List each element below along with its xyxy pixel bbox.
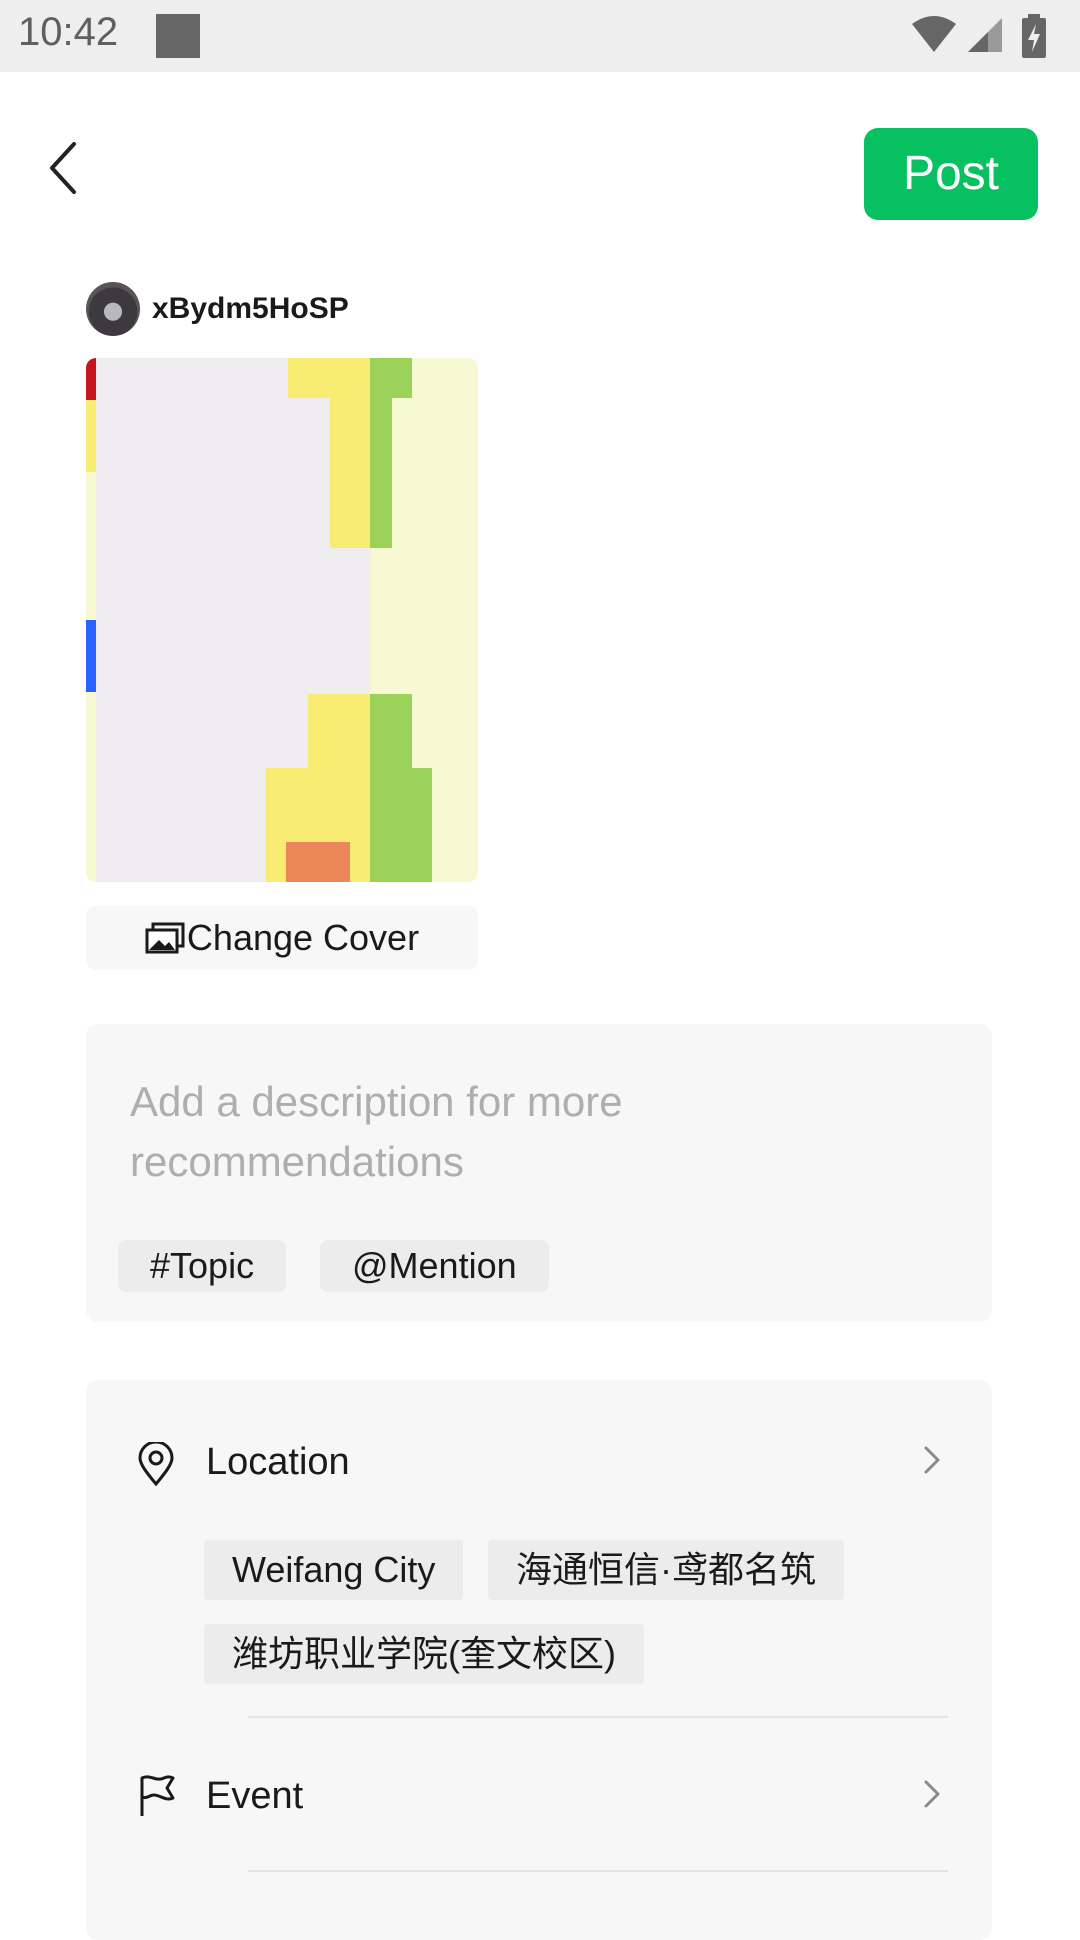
wifi-icon bbox=[912, 16, 956, 52]
cover-yellow-bottom bbox=[308, 694, 370, 768]
change-cover-label: Change Cover bbox=[186, 917, 420, 958]
username: xBydm5HoSP bbox=[152, 292, 349, 325]
cell-signal-icon bbox=[968, 18, 1002, 52]
post-button[interactable]: Post bbox=[864, 128, 1038, 220]
cover-green-top2 bbox=[370, 398, 392, 548]
location-row[interactable]: Location bbox=[86, 1422, 992, 1502]
status-bar: 10:42 bbox=[0, 0, 1080, 72]
notification-icon bbox=[156, 14, 200, 58]
location-label: Location bbox=[206, 1441, 350, 1483]
chevron-right-icon bbox=[924, 1446, 940, 1474]
description-box[interactable]: Add a description for more recommendatio… bbox=[86, 1024, 992, 1322]
cover-yellow-top2 bbox=[330, 398, 370, 548]
cover-blue bbox=[86, 620, 96, 692]
chevron-right-icon bbox=[924, 1780, 940, 1808]
cover-green-bottom2 bbox=[370, 768, 432, 882]
location-pin-icon bbox=[138, 1442, 174, 1486]
cover-orange bbox=[286, 842, 350, 882]
cover-green-top bbox=[370, 358, 412, 398]
chevron-left-icon bbox=[50, 142, 76, 194]
images-icon bbox=[145, 922, 185, 954]
change-cover-button[interactable]: Change Cover bbox=[86, 906, 478, 970]
location-suggestion[interactable]: 海通恒信·鸢都名筑 bbox=[488, 1540, 844, 1600]
options-panel: Location Weifang City 海通恒信·鸢都名筑 潍坊职业学院(奎… bbox=[86, 1380, 992, 1940]
location-suggestion[interactable]: Weifang City bbox=[204, 1540, 464, 1600]
divider bbox=[248, 1716, 948, 1718]
cover-yellow-strip bbox=[86, 400, 96, 472]
divider bbox=[248, 1870, 948, 1872]
video-cover-image[interactable] bbox=[86, 358, 478, 882]
avatar bbox=[86, 282, 140, 336]
mention-button[interactable]: @Mention bbox=[320, 1240, 549, 1292]
location-suggestion[interactable]: 潍坊职业学院(奎文校区) bbox=[204, 1624, 644, 1684]
status-time: 10:42 bbox=[18, 10, 119, 54]
event-label: Event bbox=[206, 1775, 304, 1817]
cover-green-bottom bbox=[370, 694, 412, 768]
cover-red bbox=[86, 358, 96, 400]
topic-button[interactable]: #Topic bbox=[118, 1240, 287, 1292]
description-input[interactable]: Add a description for more recommendatio… bbox=[130, 1072, 730, 1192]
battery-charging-icon bbox=[1022, 14, 1046, 58]
flag-icon bbox=[140, 1775, 175, 1816]
cover-yellow-top bbox=[288, 358, 370, 398]
back-button[interactable] bbox=[44, 138, 104, 218]
event-row[interactable]: Event bbox=[86, 1756, 992, 1836]
